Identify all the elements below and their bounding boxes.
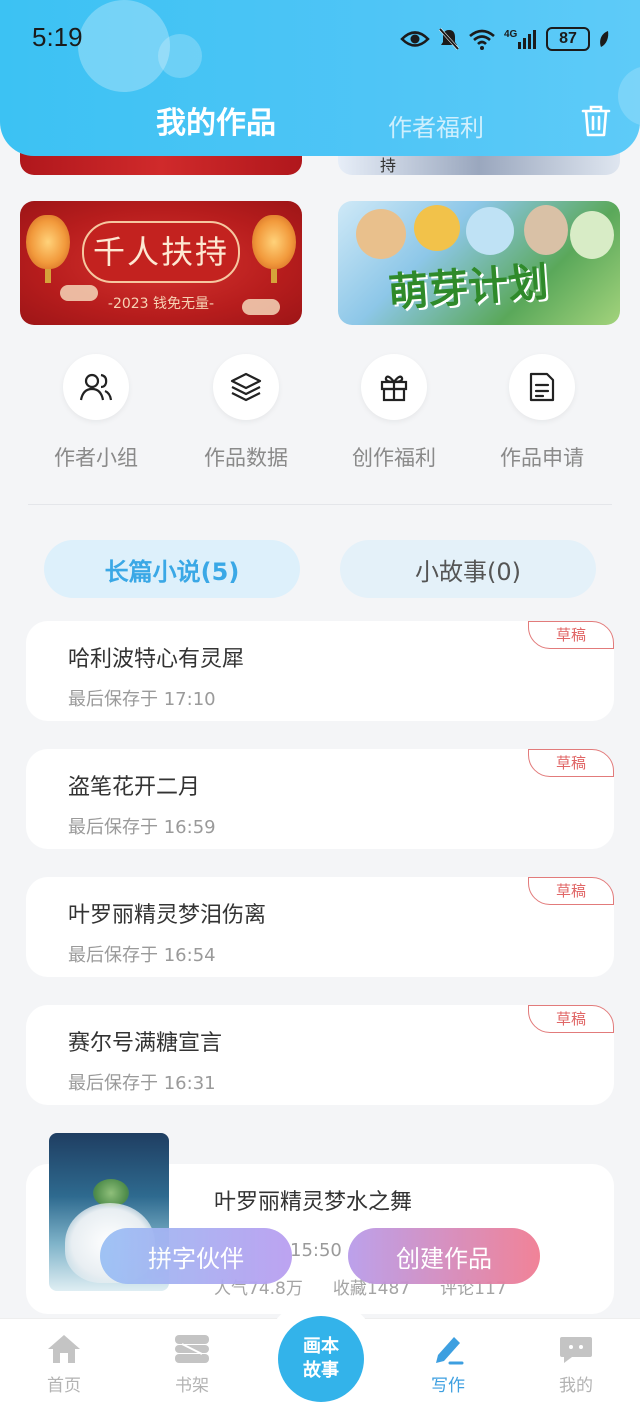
svg-text:4G: 4G <box>504 29 518 40</box>
character-art <box>524 205 568 255</box>
action-author-group[interactable]: 作者小组 <box>26 354 166 472</box>
banner-title: 千人扶持 <box>82 221 240 283</box>
lantern-icon <box>26 215 70 283</box>
tab-short-stories[interactable]: 小故事(0) <box>340 540 596 598</box>
picture-story-button[interactable]: 画本 故事 <box>278 1316 364 1402</box>
character-art <box>570 211 614 259</box>
work-title: 盗笔花开二月 <box>68 775 201 800</box>
mute-bell-icon <box>438 27 460 51</box>
nav-write[interactable]: 写作 <box>408 1333 488 1396</box>
wifi-icon <box>469 29 495 50</box>
draft-badge: 草稿 <box>528 621 614 649</box>
work-title: 赛尔号满糖宣言 <box>68 1031 223 1056</box>
tab-long-novels[interactable]: 长篇小说(5) <box>44 540 300 598</box>
gift-icon <box>380 375 408 402</box>
chat-bubble-icon <box>560 1337 592 1363</box>
action-creation-welfare[interactable]: 创作福利 <box>324 354 464 472</box>
leaf-icon <box>600 31 609 47</box>
draft-badge: 草稿 <box>528 749 614 777</box>
cloud-icon <box>242 299 280 315</box>
decor-bubble <box>158 34 202 78</box>
nav-home[interactable]: 首页 <box>24 1333 104 1396</box>
word-partner-button[interactable]: 拼字伙伴 <box>100 1228 292 1284</box>
work-title: 叶罗丽精灵梦泪伤离 <box>68 903 267 928</box>
work-title: 叶罗丽精灵梦水之舞 <box>214 1190 413 1215</box>
work-card[interactable]: 哈利波特心有灵犀 最后保存于 17:10 草稿 <box>26 621 614 721</box>
character-art <box>414 205 460 251</box>
banner-title: 萌芽计划 <box>386 258 550 317</box>
home-icon <box>48 1335 80 1363</box>
banner-sprout-plan[interactable]: 萌芽计划 <box>338 201 620 325</box>
header-bar: 5:19 4G 87 我的作品 作者福利 <box>0 0 640 156</box>
work-saved-time: 15:50 <box>290 1240 342 1261</box>
decor-bubble <box>78 0 170 92</box>
bookshelf-icon <box>175 1335 209 1363</box>
banner-qianren-support[interactable]: 千人扶持 -2023 钱免无量- <box>20 201 302 325</box>
document-icon <box>529 372 555 402</box>
work-saved-time: 最后保存于 17:10 <box>68 689 216 710</box>
draft-badge: 草稿 <box>528 877 614 905</box>
work-card[interactable]: 叶罗丽精灵梦泪伤离 最后保存于 16:54 草稿 <box>26 877 614 977</box>
nav-bookshelf[interactable]: 书架 <box>152 1333 232 1396</box>
eye-icon <box>400 31 430 47</box>
tab-author-welfare[interactable]: 作者福利 <box>388 108 484 143</box>
character-art <box>356 209 406 259</box>
lantern-icon <box>252 215 296 283</box>
work-card[interactable]: 盗笔花开二月 最后保存于 16:59 草稿 <box>26 749 614 849</box>
work-card[interactable]: 赛尔号满糖宣言 最后保存于 16:31 草稿 <box>26 1005 614 1105</box>
layers-icon <box>230 372 262 402</box>
battery-indicator: 87 <box>546 27 590 51</box>
trash-icon[interactable] <box>580 104 612 138</box>
work-saved-time: 最后保存于 16:59 <box>68 817 216 838</box>
pen-icon <box>436 1337 464 1365</box>
nav-mine[interactable]: 我的 <box>536 1333 616 1396</box>
divider <box>28 504 612 505</box>
status-icons: 4G 87 <box>400 24 610 54</box>
work-title: 哈利波特心有灵犀 <box>68 647 245 672</box>
status-time: 5:19 <box>32 22 83 52</box>
cloud-icon <box>60 285 98 301</box>
create-work-button[interactable]: 创建作品 <box>348 1228 540 1284</box>
action-work-data[interactable]: 作品数据 <box>176 354 316 472</box>
people-icon <box>79 373 113 401</box>
character-art <box>466 207 514 255</box>
action-work-application[interactable]: 作品申请 <box>472 354 612 472</box>
work-saved-time: 最后保存于 16:54 <box>68 945 216 966</box>
tab-my-works[interactable]: 我的作品 <box>156 98 276 142</box>
signal-icon: 4G <box>504 29 536 49</box>
work-saved-time: 最后保存于 16:31 <box>68 1073 216 1094</box>
draft-badge: 草稿 <box>528 1005 614 1033</box>
quick-actions: 作者小组 作品数据 创作福利 作品申请 <box>0 354 640 484</box>
decor-bubble <box>618 66 640 126</box>
